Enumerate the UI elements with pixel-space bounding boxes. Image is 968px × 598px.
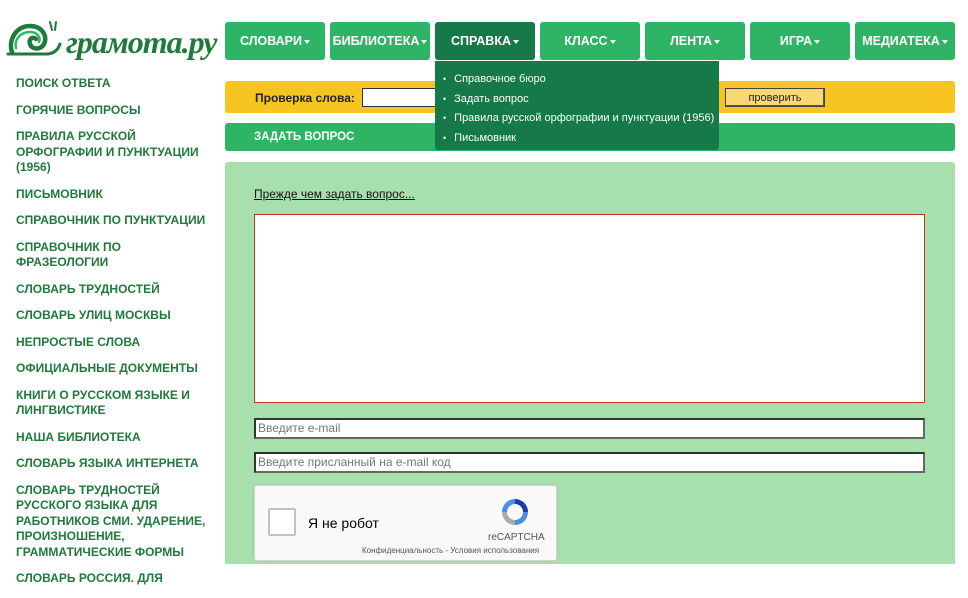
- sidebar-item-our-library[interactable]: НАША БИБЛИОТЕКА: [16, 430, 211, 446]
- sidebar-item-russia-dictionary[interactable]: СЛОВАРЬ РОССИЯ. ДЛЯ: [16, 571, 211, 587]
- caret-down-icon: [814, 40, 821, 44]
- nav-mediateka[interactable]: МЕДИАТЕКА: [855, 22, 955, 60]
- sidebar-item-official-documents[interactable]: ОФИЦИАЛЬНЫЕ ДОКУМЕНТЫ: [16, 361, 211, 377]
- sidebar-item-orthography-rules[interactable]: ПРАВИЛА РУССКОЙ ОРФОГРАФИИ И ПУНКТУАЦИИ …: [16, 129, 211, 176]
- nav-label: СПРАВКА: [451, 34, 511, 48]
- sidebar: ПОИСК ОТВЕТА ГОРЯЧИЕ ВОПРОСЫ ПРАВИЛА РУС…: [16, 76, 211, 598]
- site-logo[interactable]: грамота.ру: [6, 14, 217, 64]
- before-asking-link[interactable]: Прежде чем задать вопрос...: [254, 187, 415, 201]
- bullet-icon: •: [443, 132, 447, 143]
- logo-text: грамота.ру: [66, 24, 217, 60]
- dropdown-item-orthography-rules[interactable]: • Правила русской орфографии и пунктуации…: [435, 109, 719, 129]
- sidebar-item-pismovnik[interactable]: ПИСЬМОВНИК: [16, 187, 211, 203]
- dropdown-item-label: Правила русской орфографии и пунктуации …: [454, 112, 715, 124]
- dropdown-item-pismovnik[interactable]: • Письмовник: [435, 129, 719, 149]
- sidebar-item-difficulties-dictionary[interactable]: СЛОВАРЬ ТРУДНОСТЕЙ: [16, 282, 211, 298]
- sidebar-item-internet-language[interactable]: СЛОВАРЬ ЯЗЫКА ИНТЕРНЕТА: [16, 456, 211, 472]
- nav-label: ИГРА: [779, 34, 813, 48]
- nav-biblioteka[interactable]: БИБЛИОТЕКА: [330, 22, 430, 60]
- question-textarea[interactable]: [254, 214, 925, 403]
- spravka-dropdown: • Справочное бюро • Задать вопрос • Правила…: [435, 61, 719, 150]
- bullet-icon: •: [443, 74, 447, 84]
- dropdown-item-reference-bureau[interactable]: • Справочное бюро: [435, 70, 719, 90]
- nav-klass[interactable]: КЛАСС: [540, 22, 640, 60]
- ask-question-title: ЗАДАТЬ ВОПРОС: [254, 131, 355, 143]
- email-code-field[interactable]: Введите присланный на e-mail код: [254, 452, 925, 473]
- caret-down-icon: [303, 40, 310, 44]
- snail-logo-icon: [6, 21, 62, 56]
- caret-down-icon: [714, 40, 720, 44]
- recaptcha-label: Я не робот: [308, 515, 379, 531]
- sidebar-item-punctuation-guide[interactable]: СПРАВОЧНИК ПО ПУНКТУАЦИИ: [16, 213, 211, 229]
- dropdown-item-ask-question[interactable]: • Задать вопрос: [435, 90, 719, 110]
- caret-down-icon: [941, 40, 948, 44]
- word-check-input[interactable]: [362, 88, 436, 107]
- recaptcha-checkbox[interactable]: [268, 508, 296, 536]
- dropdown-item-label: Задать вопрос: [454, 92, 529, 105]
- ask-question-form: Прежде чем задать вопрос... Введите e-ma…: [225, 162, 955, 564]
- nav-spravka[interactable]: СПРАВКА: [435, 22, 535, 60]
- email-field[interactable]: Введите e-mail: [254, 418, 925, 439]
- nav-label: ЛЕНТА: [669, 34, 712, 48]
- nav-label: МЕДИАТЕКА: [862, 34, 940, 48]
- nav-slovari[interactable]: СЛОВАРИ: [225, 22, 325, 60]
- check-word-button[interactable]: проверить: [725, 88, 825, 107]
- recaptcha-widget: Я не робот reCAPTCHA Конфиденциальность …: [254, 485, 557, 561]
- sidebar-item-moscow-streets[interactable]: СЛОВАРЬ УЛИЦ МОСКВЫ: [16, 308, 211, 324]
- caret-down-icon: [609, 40, 616, 44]
- recaptcha-brand: reCAPTCHA: [488, 532, 545, 543]
- recaptcha-logo-icon: [502, 499, 528, 525]
- recaptcha-terms-link[interactable]: Конфиденциальность - Условия использован…: [362, 546, 539, 555]
- dropdown-item-label: Справочное бюро: [454, 73, 546, 85]
- sidebar-item-linguistics-books[interactable]: КНИГИ О РУССКОМ ЯЗЫКЕ И ЛИНГВИСТИКЕ: [16, 388, 211, 419]
- bullet-icon: •: [443, 113, 447, 123]
- nav-lenta[interactable]: ЛЕНТА: [645, 22, 745, 60]
- nav-igra[interactable]: ИГРА: [750, 22, 850, 60]
- dropdown-item-label: Письмовник: [454, 131, 516, 144]
- sidebar-item-search-answer[interactable]: ПОИСК ОТВЕТА: [16, 76, 211, 92]
- sidebar-item-hot-questions[interactable]: ГОРЯЧИЕ ВОПРОСЫ: [16, 103, 211, 119]
- nav-label: СЛОВАРИ: [240, 34, 302, 48]
- bullet-icon: •: [443, 93, 447, 104]
- nav-label: БИБЛИОТЕКА: [332, 34, 420, 48]
- sidebar-item-media-difficulties[interactable]: СЛОВАРЬ ТРУДНОСТЕЙ РУССКОГО ЯЗЫКА ДЛЯ РА…: [16, 483, 211, 561]
- nav-label: КЛАСС: [564, 34, 608, 48]
- caret-down-icon: [421, 40, 428, 44]
- word-check-label: Проверка слова:: [255, 91, 355, 105]
- sidebar-item-tricky-words[interactable]: НЕПРОСТЫЕ СЛОВА: [16, 335, 211, 351]
- caret-down-icon: [512, 40, 519, 44]
- sidebar-item-phraseology-guide[interactable]: СПРАВОЧНИК ПО ФРАЗЕОЛОГИИ: [16, 240, 211, 271]
